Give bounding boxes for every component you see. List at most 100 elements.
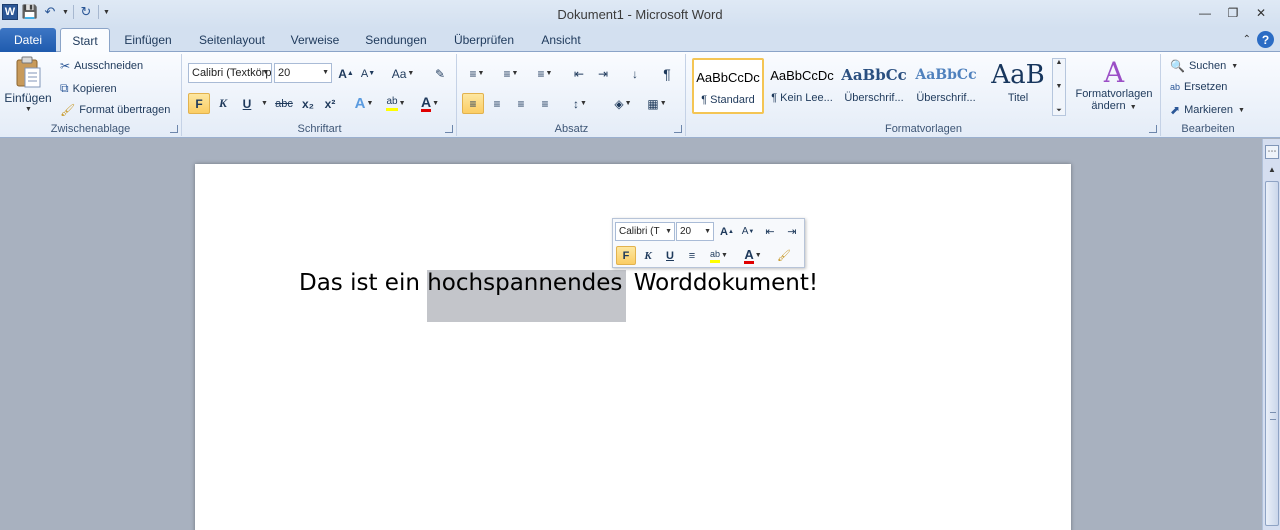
- gallery-more-icon[interactable]: ⏷: [1056, 107, 1062, 115]
- styles-gallery-scroll[interactable]: ▲ ▼ ⏷: [1052, 58, 1066, 116]
- mini-grow-font-icon[interactable]: A ▲: [717, 222, 737, 241]
- close-icon[interactable]: ✕: [1250, 4, 1272, 22]
- superscript-label: x²: [324, 96, 336, 111]
- style-ueberschrift-1[interactable]: AaBbCc Überschrif...: [838, 58, 910, 114]
- style-titel[interactable]: AaB Titel: [982, 58, 1054, 114]
- mini-underline-button[interactable]: U: [660, 246, 680, 265]
- vertical-scrollbar[interactable]: ⋯ ▲: [1262, 139, 1280, 530]
- underline-button[interactable]: U: [236, 93, 258, 114]
- group-font: Calibri (Textkörper) ▼ 20 ▼ A▲ A▼ Aa▼ ✎ …: [183, 54, 457, 136]
- change-case-button[interactable]: Aa ▼: [389, 63, 417, 84]
- text-after-selection: Worddokument!: [626, 270, 819, 296]
- highlight-color-button[interactable]: ab ▼: [381, 93, 411, 114]
- text-effects-icon[interactable]: A ▼: [351, 93, 377, 114]
- tab-sendungen[interactable]: Sendungen: [358, 28, 434, 52]
- paragraph-dialog-launcher[interactable]: [674, 125, 682, 133]
- font-name-combo[interactable]: Calibri (Textkörper) ▼: [188, 63, 272, 83]
- tab-ueberpruefen[interactable]: Überprüfen: [446, 28, 522, 52]
- show-formatting-marks-button[interactable]: ¶: [656, 63, 678, 84]
- format-painter-button[interactable]: 🖌 Format übertragen: [60, 103, 170, 117]
- sort-icon[interactable]: ↓: [624, 63, 646, 84]
- paste-button[interactable]: Einfügen ▼: [4, 56, 52, 113]
- align-left-icon[interactable]: ≡: [462, 93, 484, 114]
- bold-button[interactable]: F: [188, 93, 210, 114]
- font-color-button[interactable]: A ▼: [415, 93, 445, 114]
- mini-center-icon[interactable]: ≡: [682, 246, 702, 265]
- selected-text[interactable]: hochspannendes: [427, 270, 627, 322]
- tab-ansicht[interactable]: Ansicht: [532, 28, 590, 52]
- italic-button[interactable]: K: [212, 93, 234, 114]
- copy-button[interactable]: ⧉ Kopieren: [60, 81, 117, 96]
- replace-button[interactable]: ab Ersetzen: [1170, 81, 1227, 93]
- title-bar: W 💾 ↶ ▼ ↻ ▼ Dokument1 - Microsoft Word —…: [0, 0, 1280, 28]
- style-preview: AaBbCcDc: [770, 67, 834, 83]
- align-center-icon[interactable]: ≡: [486, 93, 508, 114]
- subscript-label: x₂: [301, 96, 314, 111]
- change-case-label: Aa: [391, 66, 407, 81]
- increase-indent-icon[interactable]: ⇥: [592, 63, 614, 84]
- scroll-up-icon[interactable]: ▲: [1264, 165, 1280, 179]
- mini-font-color-button[interactable]: A ▼: [738, 246, 768, 265]
- tab-verweise[interactable]: Verweise: [284, 28, 346, 52]
- group-paragraph: ≡ ▼ ≡ ▼ ≡ ▼ ⇤ ⇥ ↓ ¶ ≡ ≡ ≡ ≡ ↕ ▼ ◈ ▼ ▦ ▼ Absatz: [458, 54, 686, 136]
- mini-italic-button[interactable]: K: [638, 246, 658, 265]
- superscript-button[interactable]: x²: [319, 93, 341, 114]
- clear-formatting-icon[interactable]: ✎: [429, 63, 451, 84]
- mini-decrease-indent-icon[interactable]: ⇤: [760, 222, 780, 241]
- cut-button[interactable]: ✂ Ausschneiden: [60, 59, 143, 73]
- mini-highlight-color-button[interactable]: ab ▼: [704, 246, 734, 265]
- restore-icon[interactable]: ❐: [1222, 4, 1244, 22]
- styles-dialog-launcher[interactable]: [1149, 125, 1157, 133]
- find-dropdown-icon: ▼: [1231, 62, 1239, 70]
- style-standard[interactable]: AaBbCcDc ¶ Standard: [692, 58, 764, 114]
- shading-icon[interactable]: ◈ ▼: [608, 93, 638, 114]
- mini-format-painter-icon[interactable]: 🖌: [774, 246, 794, 265]
- cursor-icon: ⬈: [1170, 103, 1181, 117]
- style-kein-leerraum[interactable]: AaBbCcDc ¶ Kein Lee...: [766, 58, 838, 114]
- line-spacing-icon[interactable]: ↕ ▼: [566, 93, 594, 114]
- select-button[interactable]: ⬈ Markieren ▼: [1170, 103, 1245, 117]
- shrink-font-icon[interactable]: A ▼: [357, 63, 379, 84]
- subscript-button[interactable]: x₂: [297, 93, 319, 114]
- grow-font-icon[interactable]: A ▲: [335, 63, 357, 84]
- font-name-value: Calibri (Textkörper): [192, 67, 272, 79]
- tab-einfuegen[interactable]: Einfügen: [118, 28, 178, 52]
- change-styles-button[interactable]: A Formatvorlagen ändern ▼: [1072, 58, 1156, 113]
- document-paragraph[interactable]: Das ist ein hochspannendes Worddokument!: [299, 270, 819, 322]
- decrease-indent-icon[interactable]: ⇤: [568, 63, 590, 84]
- mini-font-name-dropdown-icon: ▼: [665, 228, 672, 235]
- align-right-icon[interactable]: ≡: [510, 93, 532, 114]
- style-name: Titel: [1007, 92, 1029, 104]
- minimize-ribbon-icon[interactable]: ⌃: [1243, 34, 1251, 45]
- mini-increase-indent-icon[interactable]: ⇥: [782, 222, 802, 241]
- mini-font-size-combo[interactable]: 20 ▼: [676, 222, 714, 241]
- replace-icon: ab: [1170, 82, 1181, 92]
- gallery-down-icon[interactable]: ▼: [1056, 83, 1063, 90]
- ruler-toggle-icon[interactable]: ⋯: [1265, 145, 1279, 159]
- minimize-icon[interactable]: —: [1194, 4, 1216, 22]
- font-size-combo[interactable]: 20 ▼: [274, 63, 332, 83]
- mini-shrink-font-icon[interactable]: A ▼: [738, 222, 758, 241]
- tab-start[interactable]: Start: [60, 28, 110, 53]
- mini-font-name-combo[interactable]: Calibri (T ▼: [615, 222, 675, 241]
- strikethrough-button[interactable]: abc: [271, 93, 297, 114]
- tab-datei[interactable]: Datei: [0, 28, 56, 52]
- paste-label: Einfügen: [4, 91, 52, 105]
- gallery-up-icon[interactable]: ▲: [1056, 59, 1063, 66]
- font-dialog-launcher[interactable]: [445, 125, 453, 133]
- ribbon-tabs: Datei Start Einfügen Seitenlayout Verwei…: [0, 28, 1280, 53]
- clipboard-dialog-launcher[interactable]: [170, 125, 178, 133]
- bullets-icon[interactable]: ≡ ▼: [462, 63, 492, 84]
- underline-dropdown-icon[interactable]: ▼: [261, 100, 268, 107]
- borders-icon[interactable]: ▦ ▼: [642, 93, 672, 114]
- scissors-icon: ✂: [60, 59, 71, 73]
- find-button[interactable]: 🔍 Suchen ▼: [1170, 59, 1238, 73]
- scroll-thumb[interactable]: [1265, 181, 1279, 526]
- tab-seitenlayout[interactable]: Seitenlayout: [192, 28, 272, 52]
- numbering-icon[interactable]: ≡ ▼: [496, 63, 526, 84]
- justify-icon[interactable]: ≡: [534, 93, 556, 114]
- style-ueberschrift-2[interactable]: AaBbCc Überschrif...: [910, 58, 982, 114]
- multilevel-list-icon[interactable]: ≡ ▼: [530, 63, 560, 84]
- mini-bold-button[interactable]: F: [616, 246, 636, 265]
- help-icon[interactable]: ?: [1257, 31, 1274, 48]
